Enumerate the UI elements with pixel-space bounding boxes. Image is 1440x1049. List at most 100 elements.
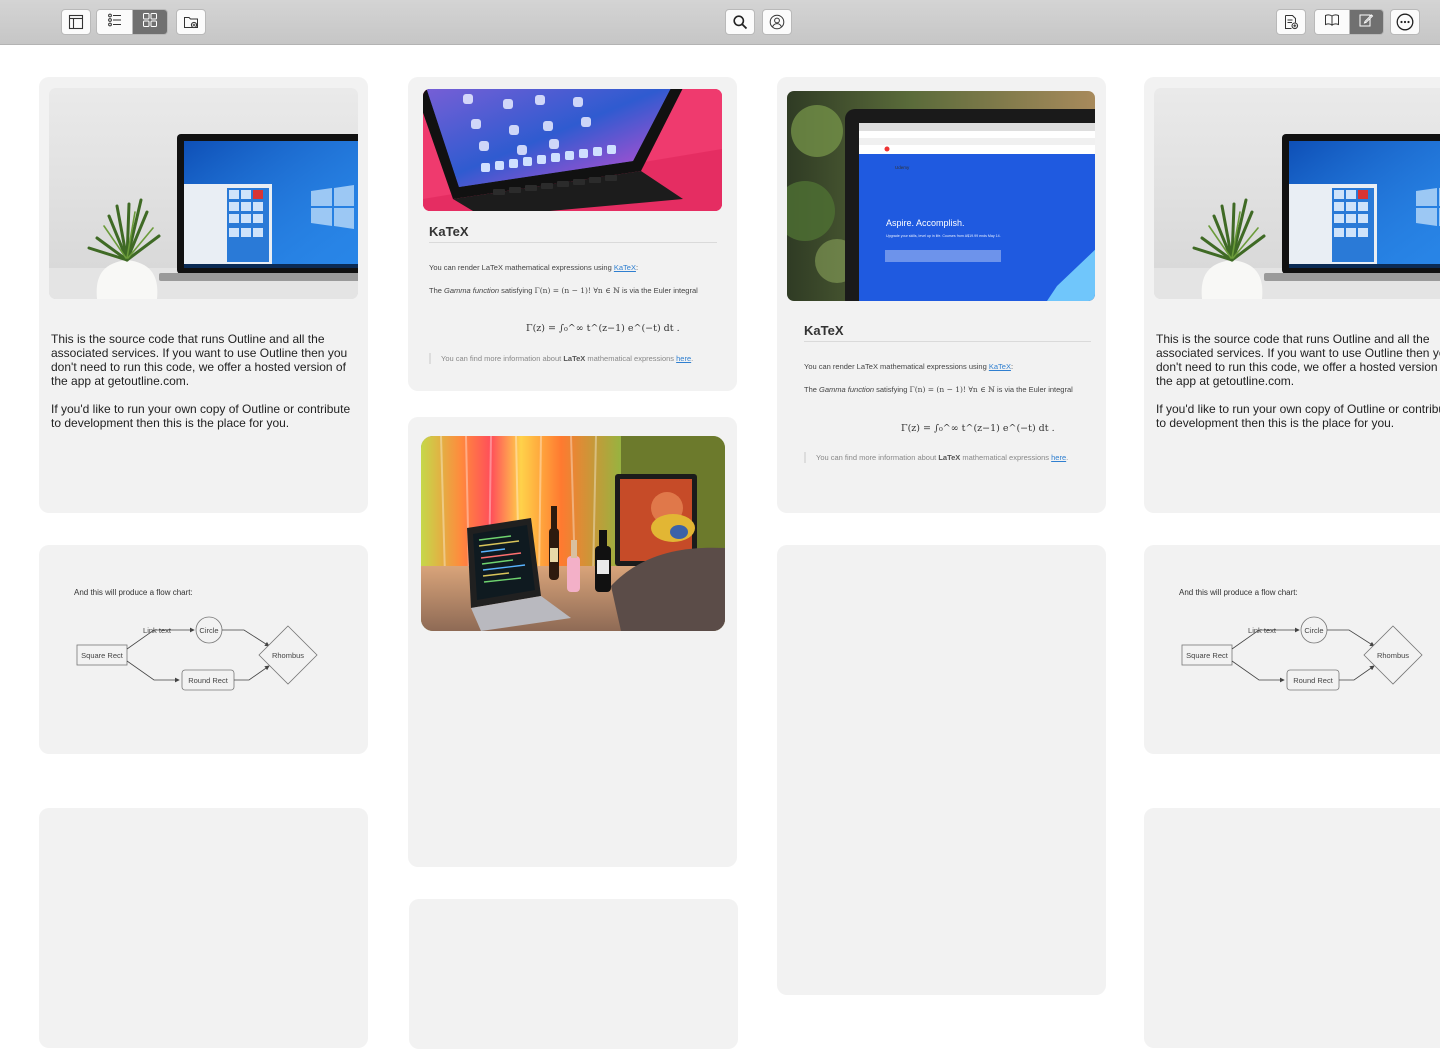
katex-link[interactable]: KaTeX xyxy=(614,263,636,272)
note-card[interactable] xyxy=(409,899,738,1049)
flow-label: Circle xyxy=(1304,626,1323,635)
note-body: This is the source code that runs Outlin… xyxy=(1156,332,1440,430)
flow-label: Round Rect xyxy=(188,676,229,685)
katex-formula: Γ(z) = ∫₀^∞ t^(z−1) e^(−t) dt . xyxy=(526,323,680,334)
text-span: is via the Euler integral xyxy=(619,286,698,295)
grid-view-icon xyxy=(142,12,158,33)
laptop-screen-sub: Upgrade your skills, level up in life. C… xyxy=(886,234,1001,238)
flow-chart: Square Rect Link text Circle Round Rect … xyxy=(76,616,318,691)
search-icon xyxy=(732,14,748,30)
mode-segmented-control xyxy=(1314,9,1384,35)
text-span: . xyxy=(1066,453,1069,462)
new-folder-icon xyxy=(183,14,199,30)
toggle-sidebar-button[interactable] xyxy=(61,9,91,35)
text-span: is via the Euler integral xyxy=(994,385,1073,394)
text-span: You can find more information about xyxy=(816,453,939,462)
flow-label: Circle xyxy=(199,626,218,635)
katex-quote: You can find more information about LaTe… xyxy=(429,353,719,364)
katex-gamma-text: The Gamma function satisfying Γ(n) = (n … xyxy=(804,383,1094,396)
flow-label: Link text xyxy=(1248,626,1277,635)
katex-quote: You can find more information about LaTe… xyxy=(804,452,1094,463)
katex-title: KaTeX xyxy=(804,323,844,338)
list-view-icon xyxy=(107,12,123,33)
text-span: : xyxy=(1010,362,1014,371)
math-inline: Γ(n) = (n − 1)! ∀n ∈ ℕ xyxy=(534,286,620,295)
note-card[interactable] xyxy=(39,808,368,1048)
text-span: mathematical expressions xyxy=(960,453,1052,462)
katex-intro: You can render LaTeX mathematical expres… xyxy=(429,261,719,274)
laptop-plant-photo xyxy=(1154,88,1440,299)
note-paragraph: If you'd like to run your own copy of Ou… xyxy=(1156,402,1440,430)
flow-label: Square Rect xyxy=(81,651,124,660)
new-note-icon xyxy=(1283,14,1299,30)
new-note-button[interactable] xyxy=(1276,9,1306,35)
flow-caption: And this will produce a flow chart: xyxy=(74,588,193,597)
note-card[interactable]: This is the source code that runs Outlin… xyxy=(1144,77,1440,513)
note-body: This is the source code that runs Outlin… xyxy=(51,332,361,430)
note-paragraph: This is the source code that runs Outlin… xyxy=(51,332,348,388)
more-button[interactable] xyxy=(1390,9,1420,35)
title-divider xyxy=(804,341,1091,342)
sidebar-icon xyxy=(68,14,84,30)
note-paragraph: This is the source code that runs Outlin… xyxy=(1156,332,1440,388)
more-icon xyxy=(1396,13,1414,31)
text-span: : xyxy=(635,263,639,272)
katex-link[interactable]: KaTeX xyxy=(989,362,1011,371)
text-em: Gamma function xyxy=(819,385,875,394)
flow-caption: And this will produce a flow chart: xyxy=(1179,588,1298,597)
list-view-button[interactable] xyxy=(97,10,132,34)
tablet-photo xyxy=(423,89,722,211)
note-card[interactable]: And this will produce a flow chart: Squa… xyxy=(1144,545,1440,754)
katex-gamma-text: The Gamma function satisfying Γ(n) = (n … xyxy=(429,284,719,297)
flow-label: Round Rect xyxy=(1293,676,1334,685)
note-paragraph: If you'd like to run your own copy of Ou… xyxy=(51,402,351,430)
text-span: The xyxy=(804,385,820,394)
grid-view-button[interactable] xyxy=(132,10,167,34)
note-card[interactable] xyxy=(1144,808,1440,1048)
udemy-laptop-photo: Aspire. Accomplish. Upgrade your skills,… xyxy=(787,91,1095,301)
katex-formula: Γ(z) = ∫₀^∞ t^(z−1) e^(−t) dt . xyxy=(901,423,1055,434)
edit-mode-icon xyxy=(1358,12,1374,33)
title-divider xyxy=(429,242,717,243)
note-card[interactable] xyxy=(408,417,737,867)
text-span: . xyxy=(691,354,694,363)
text-span: satisfying xyxy=(874,385,910,394)
note-card[interactable]: KaTeX You can render LaTeX mathematical … xyxy=(408,77,737,391)
flow-chart: Square Rect Link text Circle Round Rect … xyxy=(1181,616,1423,691)
note-card[interactable]: This is the source code that runs Outlin… xyxy=(39,77,368,513)
read-mode-button[interactable] xyxy=(1315,10,1349,34)
here-link[interactable]: here xyxy=(676,354,691,363)
flow-label: Rhombus xyxy=(272,651,304,660)
text-bold: LaTeX xyxy=(563,354,586,363)
here-link[interactable]: here xyxy=(1051,453,1066,462)
katex-intro: You can render LaTeX mathematical expres… xyxy=(804,360,1094,373)
search-button[interactable] xyxy=(725,9,755,35)
text-bold: LaTeX xyxy=(938,453,961,462)
laptop-screen-brand: Udemy xyxy=(895,165,910,170)
text-span: satisfying xyxy=(499,286,535,295)
view-mode-segmented-control xyxy=(96,9,168,35)
text-span: You can render LaTeX mathematical expres… xyxy=(429,263,614,272)
text-span: You can render LaTeX mathematical expres… xyxy=(804,362,989,371)
math-inline: Γ(n) = (n − 1)! ∀n ∈ ℕ xyxy=(909,385,995,394)
laptop-screen-headline: Aspire. Accomplish. xyxy=(886,218,965,228)
account-button[interactable] xyxy=(762,9,792,35)
account-icon xyxy=(769,14,785,30)
text-span: You can find more information about xyxy=(441,354,564,363)
note-card[interactable] xyxy=(777,545,1106,995)
new-folder-button[interactable] xyxy=(176,9,206,35)
workspace-photo xyxy=(421,436,725,631)
flow-label: Rhombus xyxy=(1377,651,1409,660)
flow-label: Square Rect xyxy=(1186,651,1229,660)
toolbar xyxy=(0,0,1440,45)
laptop-plant-photo xyxy=(49,88,358,299)
note-card[interactable]: Aspire. Accomplish. Upgrade your skills,… xyxy=(777,77,1106,513)
katex-title: KaTeX xyxy=(429,224,469,239)
text-span: mathematical expressions xyxy=(585,354,677,363)
text-span: The xyxy=(429,286,445,295)
edit-mode-button[interactable] xyxy=(1348,10,1383,34)
text-em: Gamma function xyxy=(444,286,500,295)
read-mode-icon xyxy=(1324,12,1340,33)
flow-label: Link text xyxy=(143,626,172,635)
note-card[interactable]: And this will produce a flow chart: Squa… xyxy=(39,545,368,754)
